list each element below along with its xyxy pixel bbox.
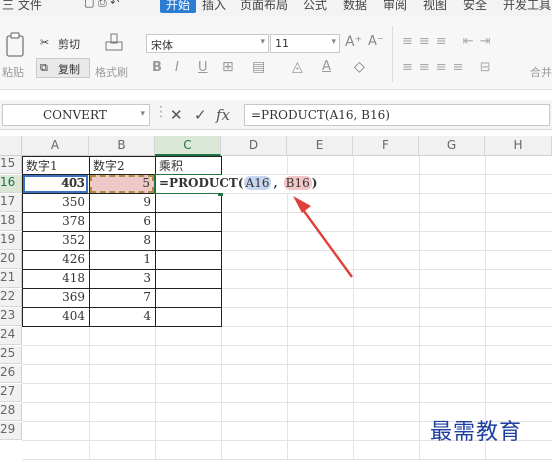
formula-ref-a16: A16 (243, 176, 272, 190)
editing-formula[interactable]: =PRODUCT(A16, B16) (156, 175, 322, 193)
formula-function: =PRODUCT( (159, 176, 244, 190)
annotation-arrow-icon (293, 196, 353, 278)
formula-separator: , (273, 176, 278, 190)
formula-close-paren: ) (311, 176, 318, 190)
formula-ref-b16: B16 (283, 176, 312, 190)
watermark: 最需教育 (430, 420, 523, 445)
